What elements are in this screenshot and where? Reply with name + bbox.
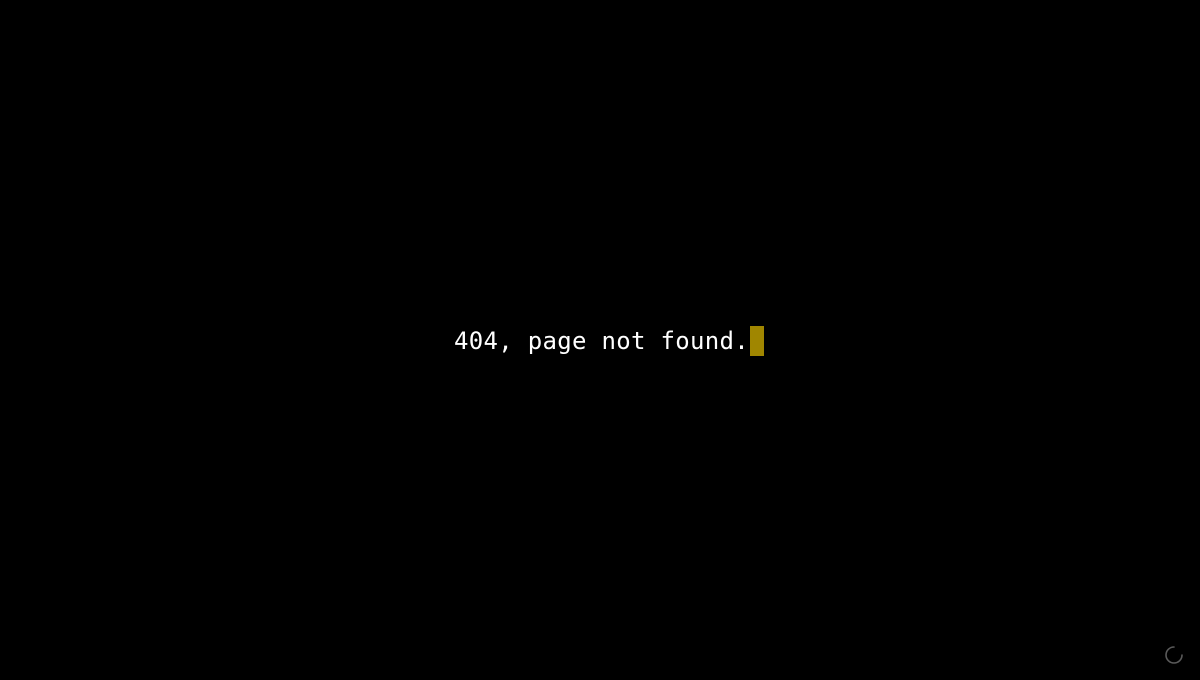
- loading-spinner-icon: [1164, 645, 1184, 665]
- error-screen: 404, page not found.: [0, 0, 1200, 680]
- blinking-cursor: [749, 326, 764, 356]
- error-message-line: 404, page not found.: [454, 326, 764, 356]
- error-message: 404, page not found.: [454, 327, 749, 355]
